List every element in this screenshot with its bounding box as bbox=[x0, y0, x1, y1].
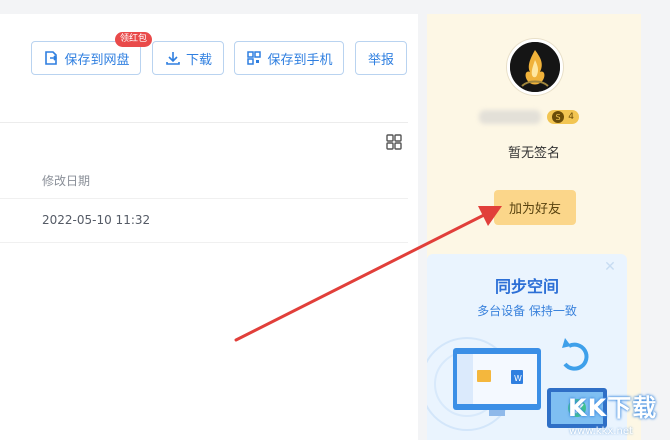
header-divider bbox=[0, 198, 408, 199]
report-button[interactable]: 举报 bbox=[355, 41, 407, 75]
page: 保存到网盘 下载 保存到手机 举报 领红包 修改日期 2022-05-10 11… bbox=[0, 0, 670, 440]
save-to-disk-icon bbox=[42, 49, 60, 67]
row-divider bbox=[0, 242, 408, 243]
column-header-modified[interactable]: 修改日期 bbox=[42, 172, 90, 189]
watermark-brand: KK下载 bbox=[568, 394, 658, 422]
save-to-phone-button[interactable]: 保存到手机 bbox=[234, 41, 344, 75]
file-row-modified-date: 2022-05-10 11:32 bbox=[42, 213, 151, 227]
watermark-url: www.kkx.net bbox=[569, 426, 633, 437]
report-label: 举报 bbox=[367, 52, 394, 68]
close-icon[interactable]: ✕ bbox=[603, 260, 617, 274]
svg-text:W: W bbox=[514, 374, 522, 383]
promo-title: 同步空间 bbox=[494, 277, 559, 296]
level-badge: S 4 bbox=[547, 110, 579, 124]
signature: 暂无签名 bbox=[507, 146, 560, 161]
save-to-disk-label: 保存到网盘 bbox=[64, 52, 130, 68]
toolbar-divider bbox=[0, 122, 408, 123]
download-icon bbox=[164, 49, 182, 67]
level-badge-letter: S bbox=[552, 111, 565, 123]
hongbao-badge[interactable]: 领红包 bbox=[115, 32, 153, 47]
watermark-logo: KK下载 www.kkx.net bbox=[556, 388, 670, 440]
grid-view-icon[interactable] bbox=[386, 134, 402, 150]
qr-code-icon bbox=[245, 49, 263, 67]
download-button[interactable]: 下载 bbox=[152, 41, 224, 75]
level-badge-number: 4 bbox=[568, 112, 574, 122]
file-panel: 保存到网盘 下载 保存到手机 举报 领红包 修改日期 2022-05-10 11… bbox=[0, 14, 418, 440]
username-blurred bbox=[479, 110, 541, 124]
add-friend-button[interactable]: 加为好友 bbox=[494, 190, 576, 225]
save-to-phone-label: 保存到手机 bbox=[267, 52, 333, 68]
download-label: 下载 bbox=[185, 52, 212, 68]
promo-subtitle: 多台设备 保持一致 bbox=[477, 304, 577, 318]
avatar[interactable] bbox=[507, 39, 563, 95]
toolbar: 保存到网盘 下载 保存到手机 举报 领红包 bbox=[0, 14, 418, 112]
